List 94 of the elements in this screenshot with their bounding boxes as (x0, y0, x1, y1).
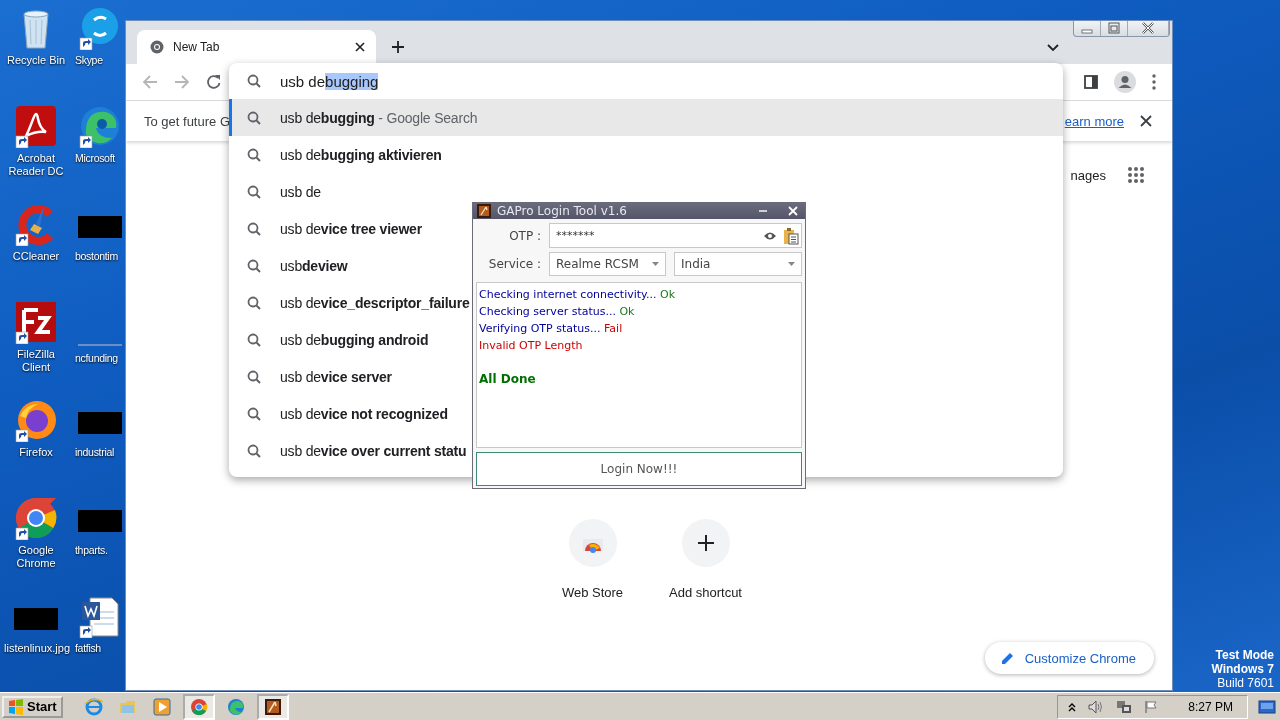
search-icon (247, 332, 261, 347)
network-icon[interactable] (1116, 698, 1133, 715)
plus-icon (681, 519, 730, 567)
dropdown-arrow-icon (652, 262, 659, 266)
suggestion-item[interactable]: usb device not recognized (247, 395, 448, 432)
apps-grid-icon[interactable] (1128, 167, 1144, 183)
desktop-icon-label[interactable]: Microsoft (75, 152, 115, 165)
log-line: Checking server status... Ok (479, 304, 636, 320)
play-icon (152, 697, 171, 716)
eye-icon[interactable] (763, 230, 777, 241)
search-icon (247, 74, 261, 88)
search-icon (247, 184, 261, 199)
profile-avatar-icon[interactable] (1114, 71, 1136, 93)
app-logo-icon (263, 697, 282, 716)
search-icon (247, 221, 261, 236)
show-desktop-icon[interactable] (1258, 698, 1276, 715)
desktop-icon-label[interactable]: Skype (75, 54, 103, 67)
search-icon (247, 258, 261, 273)
menu-icon[interactable] (1152, 74, 1156, 90)
taskbar-app-button[interactable] (256, 693, 289, 720)
side-panel-icon[interactable] (1084, 75, 1098, 89)
search-icon (247, 369, 261, 384)
plus-icon[interactable] (391, 40, 405, 54)
search-icon (247, 110, 261, 125)
flag-icon[interactable] (1144, 699, 1159, 714)
pencil-icon (1000, 651, 1015, 665)
close-icon[interactable] (1140, 115, 1152, 127)
globe-e-icon (84, 697, 103, 716)
suggestion-item[interactable]: usb device over current statu (247, 432, 467, 469)
browser-app-icon (14, 496, 58, 540)
log-line: All Done (479, 371, 537, 388)
suggestion-item[interactable]: usb de (247, 173, 321, 210)
address-field[interactable]: usb debugging (229, 63, 1063, 99)
chevron-down-icon[interactable] (1047, 44, 1059, 52)
desktop-icon-label[interactable]: thparts. (75, 544, 108, 557)
clipboard-icon[interactable] (783, 226, 799, 245)
chevron-up-icon[interactable] (1068, 701, 1077, 712)
otp-label: OTP : (508, 228, 541, 243)
desktop-icon-label[interactable]: CCleaner (12, 250, 60, 263)
pdf-app-icon (14, 104, 58, 148)
learn-more-link[interactable]: earn more (1064, 113, 1124, 129)
clock-text: 8:27 PM (1188, 699, 1233, 714)
suggestion-item[interactable]: usb debugging android (247, 321, 429, 358)
close-icon[interactable] (355, 42, 365, 52)
log-line: Checking internet connectivity... Ok (479, 287, 677, 303)
app-logo-icon (477, 204, 491, 218)
file-transfer-app-icon (14, 300, 58, 344)
desktop-icon-label[interactable]: fatfish (75, 642, 101, 655)
log-line: Invalid OTP Length (479, 338, 584, 354)
suggestion-item[interactable]: usb device tree viewer (247, 210, 422, 247)
windows-logo-icon (8, 698, 24, 715)
desktop-icon-label[interactable]: ncfunding (75, 352, 118, 365)
fox-globe-icon (14, 398, 58, 442)
log-line: Verifying OTP status... Fail (479, 321, 624, 337)
suggestion-item[interactable]: usbdeview (247, 247, 348, 284)
search-icon (247, 295, 261, 310)
customize-button[interactable]: Customize Chrome (984, 642, 1154, 674)
dropdown-field[interactable]: Realme RCSM (549, 252, 666, 276)
swirl-browser-icon (78, 104, 122, 148)
shortcut-tile[interactable]: Add shortcut (649, 519, 762, 600)
speaker-icon[interactable] (1088, 699, 1105, 714)
dropdown-arrow-icon (788, 262, 795, 266)
login-button[interactable]: Login Now!!! (476, 452, 802, 486)
otp-field[interactable]: ******* (549, 223, 802, 248)
reload-icon[interactable] (206, 74, 222, 90)
desktop-icon-label[interactable]: Firefox (19, 446, 53, 459)
desktop-icon-label[interactable]: Google Chrome (4, 544, 68, 570)
desktop-icon-label[interactable]: bostontim (75, 250, 118, 263)
desktop-icon-label[interactable]: Recycle Bin (6, 54, 66, 67)
dialog-title: GAPro Login Tool v1.6 (497, 204, 627, 218)
dropdown-field[interactable]: India (674, 252, 802, 276)
search-icon (247, 147, 261, 162)
system-notice-text: Test Mode (1214, 648, 1274, 662)
system-notice-text: Windows 7 (1211, 662, 1274, 676)
browser-app-icon (189, 697, 208, 716)
suggestion-item[interactable]: usb debugging aktivieren (247, 136, 442, 173)
desktop-icon-label[interactable]: industrial (75, 446, 115, 459)
desktop-icon-label[interactable]: listenlinux.jpg (4, 642, 68, 655)
swirl-browser-icon (226, 697, 245, 716)
service-label: Service : (487, 257, 541, 271)
suggestion-item[interactable]: usb device_descriptor_failure (247, 284, 470, 321)
shortcut-tile[interactable]: Web Store (536, 519, 649, 600)
system-notice-text: Build 7601 (1216, 676, 1274, 690)
document-file-icon (78, 594, 122, 638)
suggestion-item[interactable]: usb device server (247, 358, 392, 395)
search-icon (247, 406, 261, 421)
globe-logo-icon (150, 40, 164, 54)
search-icon (247, 443, 261, 458)
images-link[interactable]: nages (1070, 167, 1106, 183)
desktop-icon-label[interactable]: FileZilla Client (4, 348, 68, 374)
browser-tab[interactable]: New Tab (137, 30, 376, 64)
start-button[interactable]: Start (2, 695, 63, 718)
info-bar-text: To get future G (144, 113, 230, 129)
desktop-icon-label[interactable]: Acrobat Reader DC (4, 152, 68, 178)
